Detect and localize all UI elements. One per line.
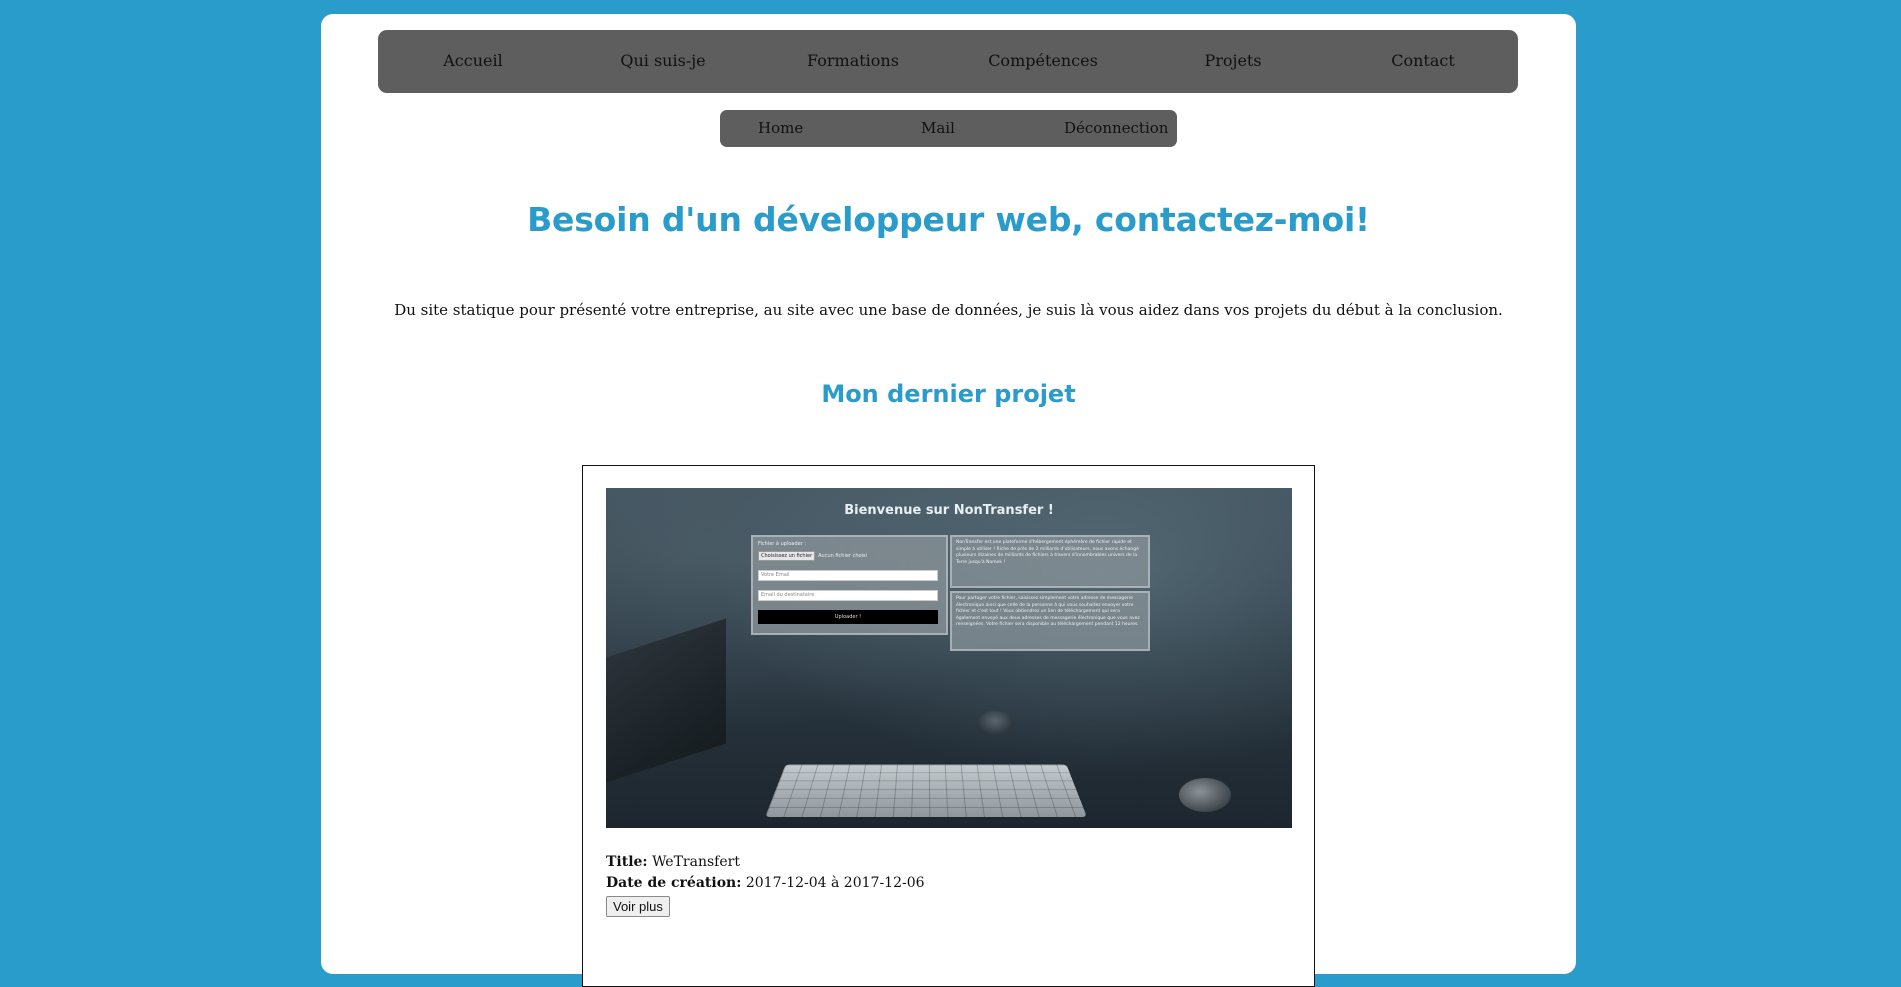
screenshot-title: Bienvenue sur NonTransfer ! <box>844 503 1054 518</box>
laptop-shape <box>606 618 726 783</box>
sub-nav: Home Mail Déconnection <box>720 110 1177 147</box>
project-title-label: Title: <box>606 854 648 870</box>
project-card: Bienvenue sur NonTransfer ! Fichier à up… <box>582 465 1315 987</box>
screenshot-info-1: NonTransfer est une plateforme d'héberge… <box>950 535 1150 588</box>
project-title-line: Title: WeTransfert <box>606 854 740 870</box>
page-headline: Besoin d'un développeur web, contactez-m… <box>527 200 1370 239</box>
nav-item-projets[interactable]: Projets <box>1138 51 1328 70</box>
page-container: Accueil Qui suis-je Formations Compétenc… <box>321 14 1576 987</box>
nav-item-accueil[interactable]: Accueil <box>378 51 568 70</box>
keyboard-shape <box>765 764 1087 817</box>
project-title-value: WeTransfert <box>652 854 740 870</box>
screenshot-dest-field: Email du destinataire <box>758 590 938 601</box>
screenshot-upload-button: Uploader ! <box>758 610 938 624</box>
screenshot-file-status: Aucun fichier choisi <box>818 552 867 559</box>
project-date-label: Date de création: <box>606 875 742 891</box>
sub-nav-home[interactable]: Home <box>758 119 803 137</box>
voir-plus-button[interactable]: Voir plus <box>606 896 670 917</box>
project-date-value: 2017-12-04 à 2017-12-06 <box>745 875 925 891</box>
project-screenshot: Bienvenue sur NonTransfer ! Fichier à up… <box>606 488 1292 828</box>
screenshot-upload-form: Fichier à uploader : Choisissez un fichi… <box>751 535 948 635</box>
section-title: Mon dernier projet <box>821 380 1076 408</box>
screenshot-info-2: Pour partager votre fichier, saisissez s… <box>950 591 1150 651</box>
screenshot-file-button: Choisissez un fichier <box>758 550 816 561</box>
nav-item-competences[interactable]: Compétences <box>948 51 1138 70</box>
sub-nav-deconnection[interactable]: Déconnection <box>1064 119 1168 137</box>
nav-item-formations[interactable]: Formations <box>758 51 948 70</box>
nav-item-qui-suis-je[interactable]: Qui suis-je <box>568 51 758 70</box>
mouse-shape <box>1179 778 1231 812</box>
screenshot-file-picker: Choisissez un fichier Aucun fichier choi… <box>758 550 938 561</box>
project-date-line: Date de création: 2017-12-04 à 2017-12-0… <box>606 875 925 891</box>
sub-nav-mail[interactable]: Mail <box>921 119 955 137</box>
intro-text: Du site statique pour présenté votre ent… <box>394 301 1503 319</box>
nav-item-contact[interactable]: Contact <box>1328 51 1518 70</box>
screenshot-email-field: Votre Email <box>758 570 938 581</box>
screenshot-form-label: Fichier à uploader : <box>758 541 807 547</box>
cup-shape <box>976 711 1014 735</box>
main-nav: Accueil Qui suis-je Formations Compétenc… <box>378 30 1518 93</box>
